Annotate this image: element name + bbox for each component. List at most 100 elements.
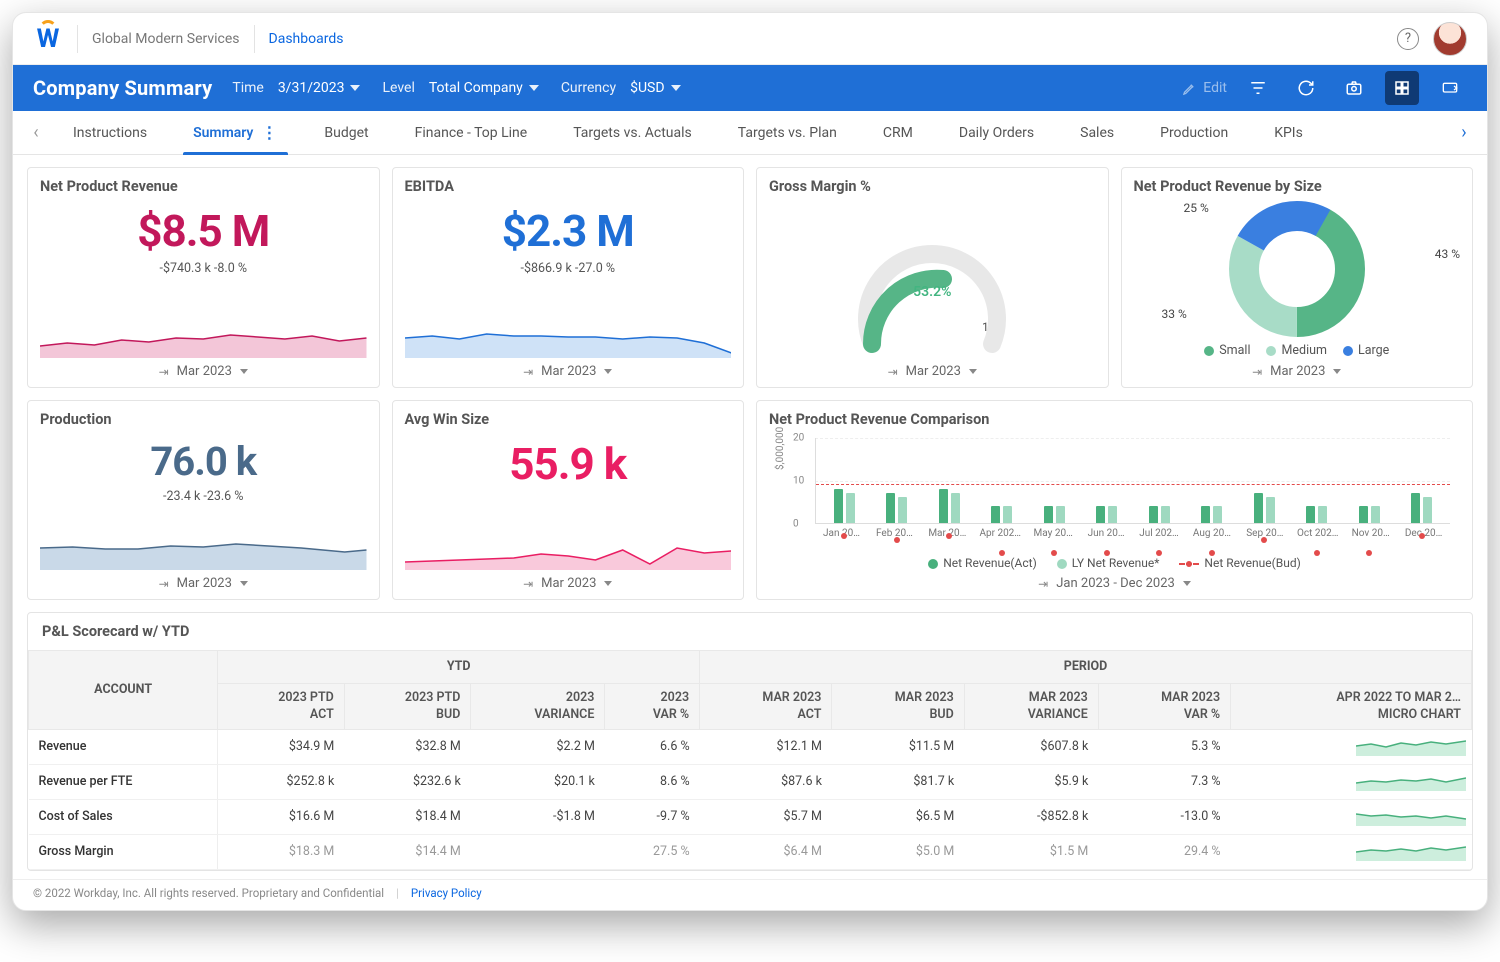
pin-icon: ⇥ — [523, 365, 533, 379]
snapshot-icon[interactable] — [1337, 71, 1371, 105]
tab-targets-actuals[interactable]: Targets vs. Actuals — [555, 111, 710, 155]
page-title: Company Summary — [33, 76, 212, 100]
tab-crm[interactable]: CRM — [865, 111, 931, 155]
chevron-down-icon — [1183, 581, 1191, 586]
pin-icon: ⇥ — [523, 577, 533, 591]
tab-daily-orders[interactable]: Daily Orders — [941, 111, 1052, 155]
comparison-legend: Net Revenue(Act) LY Net Revenue* Net Rev… — [769, 556, 1460, 570]
chevron-down-icon — [1333, 369, 1341, 374]
top-header: W Global Modern Services Dashboards ? — [13, 13, 1487, 65]
kebab-icon[interactable]: ⋮ — [261, 123, 278, 142]
grid-view-icon[interactable] — [1385, 71, 1419, 105]
micro-chart — [1231, 729, 1472, 764]
card-footer[interactable]: ⇥Mar 2023 — [40, 358, 367, 381]
sparkline — [405, 308, 732, 358]
tab-targets-plan[interactable]: Targets vs. Plan — [720, 111, 855, 155]
pin-icon: ⇥ — [159, 577, 169, 591]
tab-budget[interactable]: Budget — [306, 111, 386, 155]
table-row[interactable]: Cost of Sales$16.6 M$18.4 M-$1.8 M-9.7 %… — [29, 799, 1472, 834]
donut-label: 33 % — [1162, 307, 1187, 321]
tab-bar: ‹ Instructions Summary⋮ Budget Finance -… — [13, 111, 1487, 155]
card-net-product-revenue: Net Product Revenue $8.5 M -$740.3 k -8.… — [27, 167, 380, 388]
kpi-delta: -$866.9 k -27.0 % — [405, 261, 732, 276]
page-footer: © 2022 Workday, Inc. All rights reserved… — [13, 879, 1487, 910]
table-row[interactable]: Revenue per FTE$252.8 k$232.6 k$20.1 k8.… — [29, 764, 1472, 799]
chevron-down-icon — [604, 369, 612, 374]
col-account: ACCOUNT — [29, 651, 218, 730]
tab-scroll-left[interactable]: ‹ — [21, 118, 51, 148]
org-name: Global Modern Services — [92, 31, 240, 47]
filter-icon[interactable] — [1241, 71, 1275, 105]
card-gross-margin: Gross Margin % 53.2% 0100 ⇥Mar 2023 — [756, 167, 1109, 388]
sparkline — [405, 520, 732, 570]
gauge-value: 53.2% — [847, 284, 1017, 300]
time-label: Time — [232, 80, 263, 96]
divider — [254, 25, 255, 53]
chevron-down-icon — [604, 581, 612, 586]
donut-label: 25 % — [1184, 201, 1209, 215]
col-group-ytd: YTD — [218, 651, 700, 684]
level-selector[interactable]: Total Company — [429, 80, 539, 96]
divider — [77, 25, 78, 53]
card-title: Net Product Revenue by Size — [1134, 178, 1461, 195]
card-title: Net Product Revenue — [40, 178, 367, 195]
refresh-icon[interactable] — [1289, 71, 1323, 105]
copyright: © 2022 Workday, Inc. All rights reserved… — [33, 886, 384, 900]
pl-scorecard-card: P&L Scorecard w/ YTD ACCOUNT YTD PERIOD … — [27, 612, 1473, 871]
tab-production[interactable]: Production — [1142, 111, 1246, 155]
chevron-down-icon — [350, 85, 360, 91]
table-title: P&L Scorecard w/ YTD — [28, 613, 1472, 650]
donut-chart: 25 % 43 % 33 % — [1134, 199, 1461, 339]
card-title: Production — [40, 411, 367, 428]
kpi-delta: -$740.3 k -8.0 % — [40, 261, 367, 276]
card-production: Production 76.0 k -23.4 k -23.6 % ⇥Mar 2… — [27, 400, 380, 600]
breadcrumb-dashboards[interactable]: Dashboards — [269, 31, 344, 47]
time-selector[interactable]: 3/31/2023 — [278, 80, 361, 96]
card-title: EBITDA — [405, 178, 732, 195]
table-row[interactable]: Gross Margin$18.3 M$14.4 M27.5 %$6.4 M$5… — [29, 834, 1472, 869]
tab-scroll-right[interactable]: › — [1449, 118, 1479, 148]
kpi-delta — [405, 494, 732, 509]
pin-icon: ⇥ — [159, 365, 169, 379]
edit-button[interactable]: Edit — [1182, 80, 1227, 96]
sparkline — [40, 520, 367, 570]
card-footer[interactable]: ⇥Mar 2023 — [405, 358, 732, 381]
command-bar: Company Summary Time 3/31/2023 Level Tot… — [13, 65, 1487, 111]
workday-logo[interactable]: W — [33, 24, 63, 54]
pin-icon: ⇥ — [1252, 365, 1262, 379]
card-avg-win-size: Avg Win Size 55.9 k ⇥Mar 2023 — [392, 400, 745, 600]
card-footer[interactable]: ⇥Mar 2023 — [40, 570, 367, 593]
gauge: 53.2% — [847, 224, 1017, 324]
card-footer[interactable]: ⇥Mar 2023 — [405, 570, 732, 593]
comparison-chart: $,000,000 20 10 0 Jan 20…Feb 20…Mar 20…A… — [769, 432, 1460, 552]
card-ebitda: EBITDA $2.3 M -$866.9 k -27.0 % ⇥Mar 202… — [392, 167, 745, 388]
tab-finance-top-line[interactable]: Finance - Top Line — [397, 111, 546, 155]
tabs-inner: Instructions Summary⋮ Budget Finance - T… — [55, 111, 1445, 155]
level-label: Level — [382, 80, 414, 96]
tab-sales[interactable]: Sales — [1062, 111, 1132, 155]
privacy-link[interactable]: Privacy Policy — [411, 886, 482, 900]
chevron-down-icon — [529, 85, 539, 91]
table-row[interactable]: Revenue$34.9 M$32.8 M$2.2 M6.6 %$12.1 M$… — [29, 729, 1472, 764]
card-title: Net Product Revenue Comparison — [769, 411, 1460, 428]
kpi-value: 76.0 k — [40, 438, 367, 485]
card-footer[interactable]: ⇥Mar 2023 — [1134, 358, 1461, 381]
tab-instructions[interactable]: Instructions — [55, 111, 165, 155]
micro-chart — [1231, 799, 1472, 834]
chevron-down-icon — [240, 369, 248, 374]
card-title: Avg Win Size — [405, 411, 732, 428]
pl-table: ACCOUNT YTD PERIOD 2023 PTDACT2023 PTDBU… — [28, 650, 1472, 870]
present-icon[interactable] — [1433, 71, 1467, 105]
help-icon[interactable]: ? — [1397, 28, 1419, 50]
micro-chart — [1231, 834, 1472, 869]
donut-legend: Small Medium Large — [1134, 343, 1461, 358]
card-footer[interactable]: ⇥Jan 2023 - Dec 2023 — [769, 570, 1460, 593]
currency-selector[interactable]: $USD — [630, 80, 680, 96]
kpi-value: $2.3 M — [405, 205, 732, 257]
donut-label: 43 % — [1435, 247, 1460, 261]
avatar[interactable] — [1433, 22, 1467, 56]
tab-kpis[interactable]: KPIs — [1256, 111, 1321, 155]
card-title: Gross Margin % — [769, 178, 1096, 195]
y-axis-label: $,000,000 — [775, 427, 786, 470]
tab-summary[interactable]: Summary⋮ — [175, 111, 296, 155]
